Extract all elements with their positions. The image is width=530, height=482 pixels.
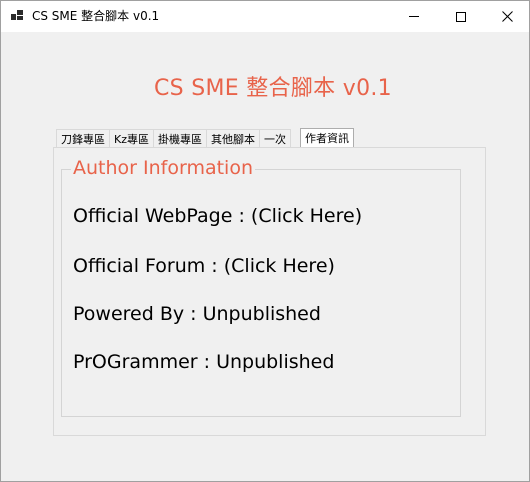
app-icon	[11, 10, 23, 22]
programmer-text: PrOGrammer : Unpublished	[73, 351, 335, 373]
app-heading: CS SME 整合腳本 v0.1	[154, 76, 392, 101]
maximize-icon	[456, 11, 466, 22]
tab-kz[interactable]: Kz專區	[109, 129, 154, 148]
minimize-icon	[409, 16, 419, 17]
forum-link[interactable]: (Click Here)	[224, 255, 335, 277]
powered-by-text: Powered By : Unpublished	[73, 303, 321, 325]
app-window: CS SME 整合腳本 v0.1 CS SME 整合腳本 v0.1 刀鋒專區 K…	[0, 0, 530, 482]
tab-idle[interactable]: 掛機專區	[153, 129, 207, 148]
close-button[interactable]	[484, 1, 530, 32]
minimize-button[interactable]	[391, 1, 437, 32]
tab-author-info[interactable]: 作者資訊	[300, 128, 354, 149]
author-group-title: Author Information	[71, 155, 255, 181]
webpage-row: Official WebPage : (Click Here)	[73, 203, 362, 229]
maximize-button[interactable]	[438, 1, 484, 32]
tab-blade[interactable]: 刀鋒專區	[56, 129, 110, 148]
title-bar[interactable]: CS SME 整合腳本 v0.1	[1, 1, 529, 32]
webpage-label: Official WebPage :	[73, 205, 251, 227]
tab-strip: 刀鋒專區 Kz專區 掛機專區 其他腳本 一次 作者資訊	[56, 128, 354, 149]
close-icon	[501, 11, 513, 22]
webpage-link[interactable]: (Click Here)	[251, 205, 362, 227]
window-title: CS SME 整合腳本 v0.1	[32, 9, 160, 23]
tab-other-scripts[interactable]: 其他腳本	[206, 129, 260, 148]
forum-row: Official Forum : (Click Here)	[73, 253, 335, 279]
tab-once[interactable]: 一次	[259, 129, 291, 148]
forum-label: Official Forum :	[73, 255, 224, 277]
